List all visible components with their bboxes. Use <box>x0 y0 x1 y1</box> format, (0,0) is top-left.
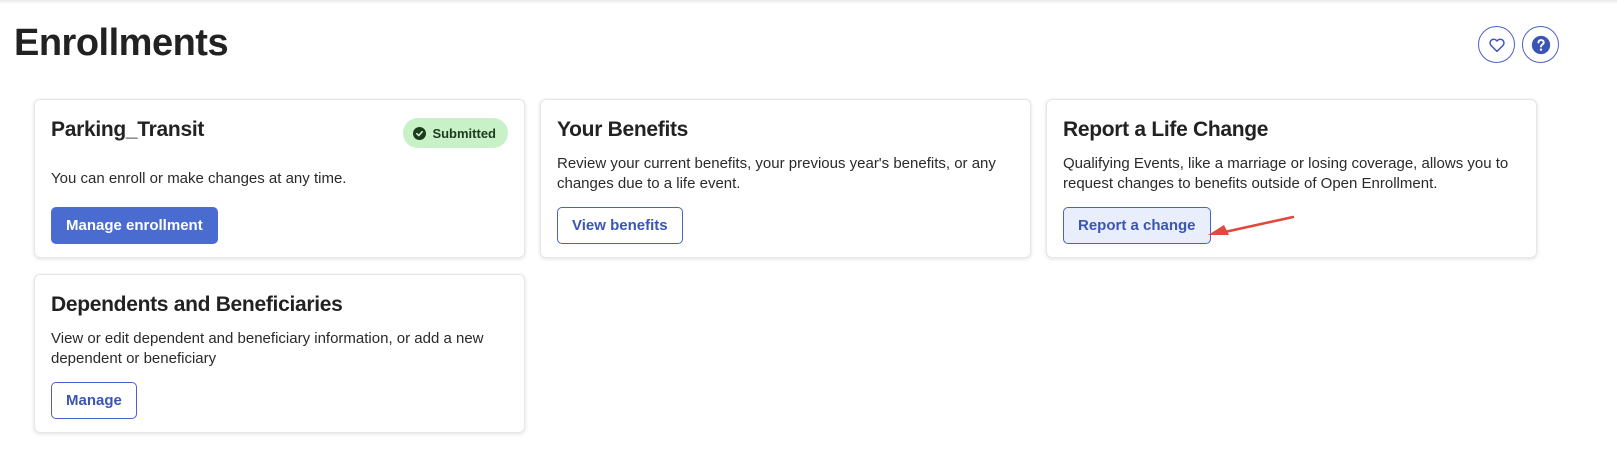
description-line: request changes to benefits outside of O… <box>1063 175 1438 192</box>
dependents-beneficiaries-card: Dependents and Beneficiaries View or edi… <box>34 274 525 433</box>
description-line: Review your current benefits, your previ… <box>557 155 996 172</box>
card-description: You can enroll or make changes at any ti… <box>51 170 347 187</box>
view-benefits-button[interactable]: View benefits <box>557 207 683 244</box>
your-benefits-card: Your Benefits Review your current benefi… <box>540 99 1031 258</box>
card-description: Qualifying Events, like a marriage or lo… <box>1063 154 1508 194</box>
description-line: changes due to a life event. <box>557 175 741 192</box>
card-title: Report a Life Change <box>1063 118 1269 141</box>
parking-transit-card: Parking_Transit Submitted You can enroll… <box>34 99 525 258</box>
check-circle-icon <box>413 126 427 140</box>
card-description: Review your current benefits, your previ… <box>557 154 996 194</box>
status-badge: Submitted <box>403 118 508 148</box>
help-button[interactable] <box>1522 26 1559 63</box>
description-line: dependent or beneficiary <box>51 350 217 367</box>
status-badge-label: Submitted <box>432 125 496 141</box>
card-description: View or edit dependent and beneficiary i… <box>51 329 484 369</box>
description-line: Qualifying Events, like a marriage or lo… <box>1063 155 1509 172</box>
manage-enrollment-button[interactable]: Manage enrollment <box>51 207 218 244</box>
description-line: View or edit dependent and beneficiary i… <box>51 330 484 347</box>
page-title: Enrollments <box>14 22 229 64</box>
favorite-button[interactable] <box>1478 26 1515 63</box>
heart-icon <box>1488 36 1506 54</box>
card-title: Parking_Transit <box>51 118 205 141</box>
question-circle-icon <box>1530 34 1552 56</box>
card-title: Your Benefits <box>557 118 689 141</box>
annotation-arrow-icon <box>1205 210 1297 245</box>
top-shadow <box>0 0 1617 4</box>
manage-dependents-button[interactable]: Manage <box>51 382 137 419</box>
report-change-button[interactable]: Report a change <box>1063 207 1211 244</box>
card-title: Dependents and Beneficiaries <box>51 293 343 316</box>
